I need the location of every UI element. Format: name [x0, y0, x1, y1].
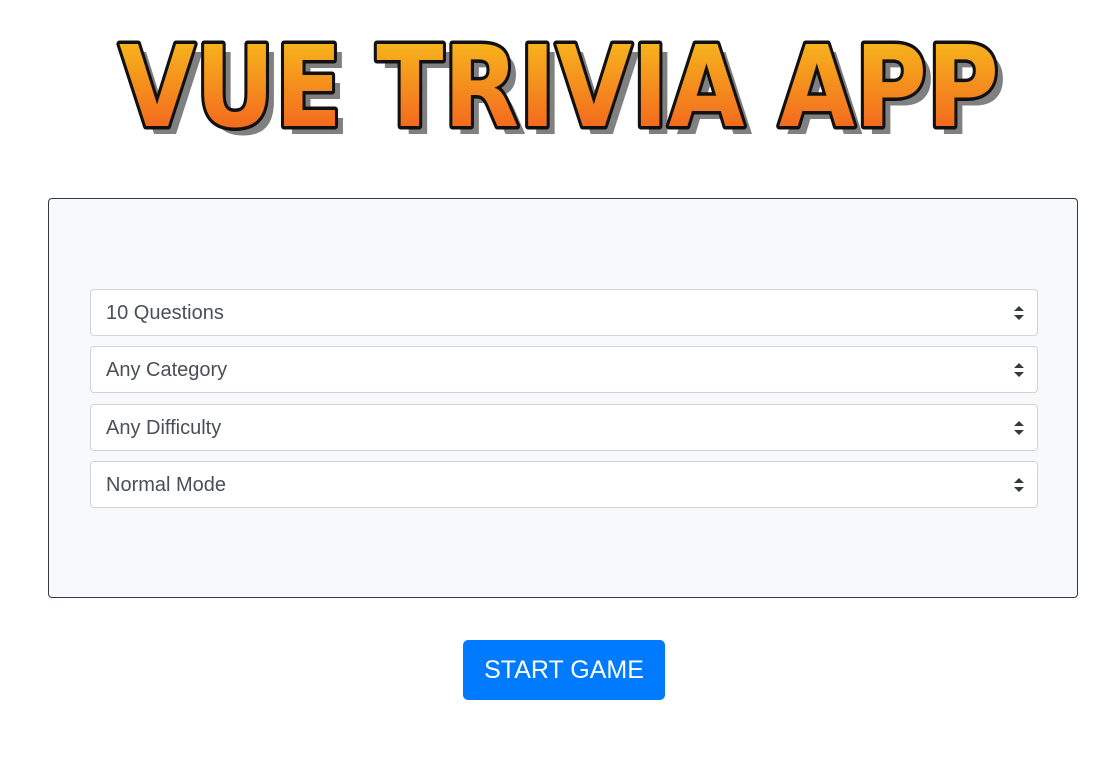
- app-logo: VUE TRIVIA APP VUE TRIVIA APP: [96, 20, 1026, 162]
- start-game-button[interactable]: START GAME: [463, 640, 665, 700]
- category-select-wrapper: Any Category: [90, 346, 1038, 393]
- mode-select[interactable]: Normal Mode: [90, 461, 1038, 508]
- app-logo-graphic: VUE TRIVIA APP VUE TRIVIA APP: [116, 20, 1008, 162]
- difficulty-select[interactable]: Any Difficulty: [90, 404, 1038, 451]
- questions-select-wrapper: 10 Questions: [90, 289, 1038, 336]
- app-logo-title: VUE TRIVIA APP: [119, 23, 999, 153]
- difficulty-select-wrapper: Any Difficulty: [90, 404, 1038, 451]
- questions-select[interactable]: 10 Questions: [90, 289, 1038, 336]
- category-select[interactable]: Any Category: [90, 346, 1038, 393]
- page: VUE TRIVIA APP VUE TRIVIA APP 10 Questio…: [0, 0, 1113, 768]
- mode-select-wrapper: Normal Mode: [90, 461, 1038, 508]
- game-settings-card: 10 Questions Any Category Any Difficulty: [48, 198, 1078, 598]
